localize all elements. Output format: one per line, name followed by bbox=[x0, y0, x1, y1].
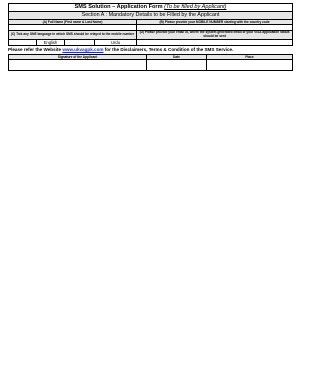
urdu-option-label: Urdu bbox=[94, 39, 137, 46]
form-title: SMS Solution – Application Form (To be f… bbox=[7, 3, 294, 12]
website-notice: Please refer the Website www.ukvagpk.com… bbox=[8, 47, 292, 53]
email-id-field[interactable] bbox=[135, 39, 294, 46]
website-prefix: Please refer the Website bbox=[8, 47, 63, 52]
signature-field[interactable] bbox=[8, 59, 147, 71]
section-a-heading: Section A : Mandatory Details to be Fill… bbox=[7, 11, 294, 20]
website-suffix: for the Disclaimers, Terms & Condition o… bbox=[103, 47, 234, 52]
date-field[interactable] bbox=[146, 59, 207, 71]
email-id-label: (D) Please provide your email id, where … bbox=[135, 30, 294, 40]
mobile-number-label: (B) Please provide your MOBILE NUMBER st… bbox=[135, 19, 294, 25]
application-table: SMS Solution – Application Form (To be f… bbox=[7, 3, 294, 46]
form-title-note: (To be filled by Applicant) bbox=[164, 4, 227, 11]
english-option-label: English bbox=[36, 39, 65, 46]
language-choice-label: (C) Tick any ONE language in which SMS s… bbox=[8, 30, 137, 40]
signature-table: Signature of the Applicant Date Place bbox=[8, 54, 293, 71]
sms-application-form: SMS Solution – Application Form (To be f… bbox=[7, 3, 294, 71]
place-field[interactable] bbox=[206, 59, 293, 71]
form-title-main: SMS Solution – Application Form bbox=[74, 4, 165, 11]
english-checkbox[interactable] bbox=[8, 39, 37, 46]
website-link[interactable]: www.ukvagpk.com bbox=[62, 47, 103, 52]
urdu-checkbox[interactable] bbox=[64, 39, 95, 46]
